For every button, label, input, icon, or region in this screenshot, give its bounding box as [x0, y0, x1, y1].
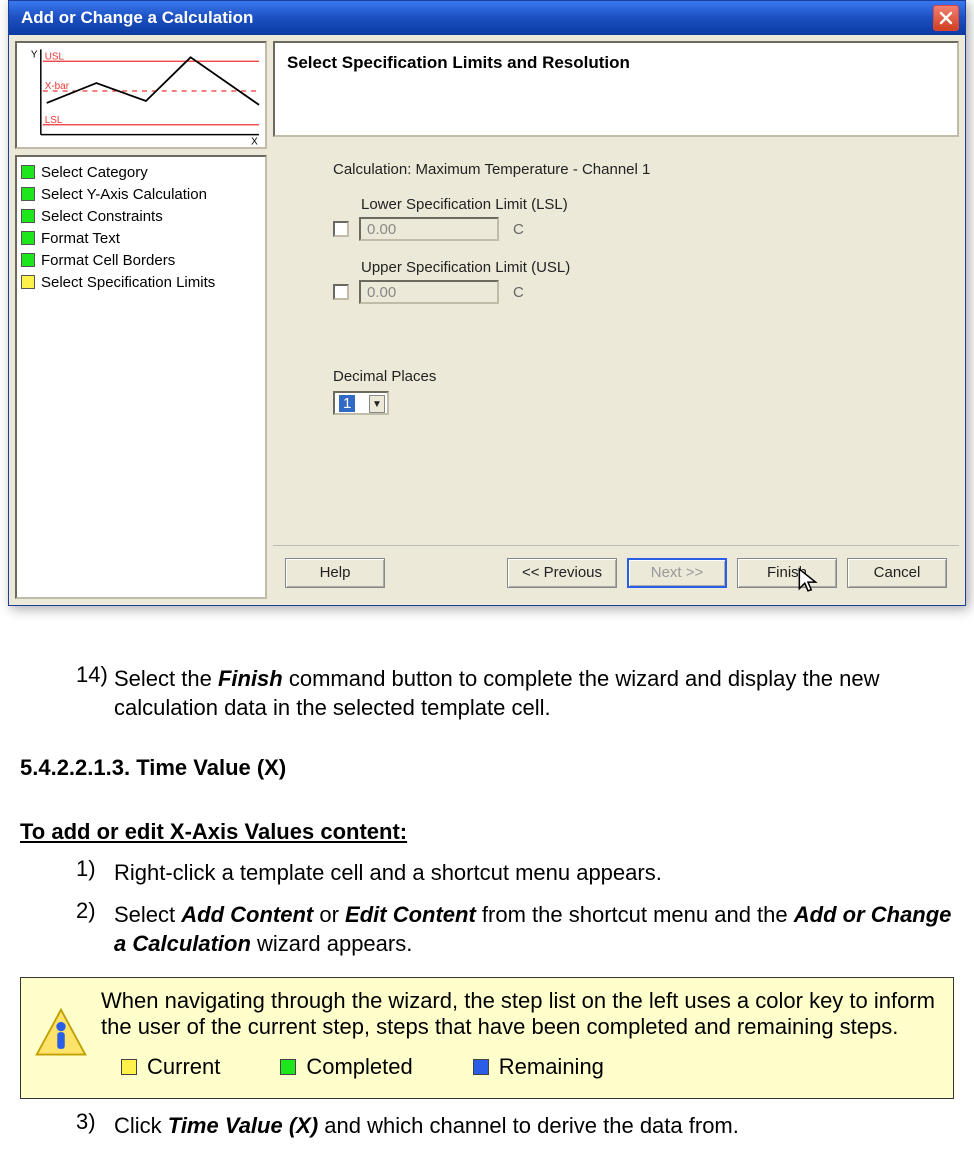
- finish-button[interactable]: Finish: [737, 558, 837, 588]
- step-select-constraints[interactable]: Select Constraints: [21, 205, 261, 227]
- subsection-heading: To add or edit X-Axis Values content:: [20, 817, 954, 847]
- lsl-label: Lower Specification Limit (LSL): [361, 196, 919, 213]
- legend-box-icon: [121, 1059, 137, 1075]
- step-select-category[interactable]: Select Category: [21, 161, 261, 183]
- usl-unit: C: [513, 284, 524, 301]
- step-label: Select Y-Axis Calculation: [41, 186, 207, 203]
- note-text: When navigating through the wizard, the …: [101, 988, 945, 1040]
- legend-box-icon: [280, 1059, 296, 1075]
- dialog-screenshot: Add or Change a Calculation Y X USL X-ba: [0, 0, 974, 626]
- decimal-places-select[interactable]: 1 ▼: [333, 391, 389, 415]
- step-status-icon: [21, 165, 35, 179]
- step-label: Select Specification Limits: [41, 274, 215, 291]
- step-label: Select Category: [41, 164, 148, 181]
- cancel-button[interactable]: Cancel: [847, 558, 947, 588]
- usl-input[interactable]: [359, 280, 499, 304]
- step-list: Select Category Select Y-Axis Calculatio…: [15, 155, 267, 599]
- calculation-label: Calculation: Maximum Temperature - Chann…: [333, 161, 919, 178]
- step-format-text[interactable]: Format Text: [21, 227, 261, 249]
- list-number: 3): [76, 1107, 114, 1137]
- step-select-y-axis[interactable]: Select Y-Axis Calculation: [21, 183, 261, 205]
- step-2: 2) Select Add Content or Edit Content fr…: [76, 896, 954, 959]
- usl-label: Upper Specification Limit (USL): [361, 259, 919, 276]
- list-number: 2): [76, 896, 114, 926]
- legend-completed: Completed: [280, 1054, 412, 1080]
- info-note: When navigating through the wizard, the …: [20, 977, 954, 1099]
- lsl-input[interactable]: [359, 217, 499, 241]
- step-status-icon: [21, 209, 35, 223]
- close-button[interactable]: [933, 5, 959, 31]
- step-status-icon: [21, 275, 35, 289]
- window-title: Add or Change a Calculation: [15, 8, 933, 28]
- section-heading: 5.4.2.2.1.3. Time Value (X): [20, 753, 954, 783]
- decimal-value: 1: [339, 395, 355, 412]
- next-button[interactable]: Next >>: [627, 558, 727, 588]
- document-body: 14) Select the Finish command button to …: [0, 626, 974, 969]
- color-legend: Current Completed Remaining: [121, 1054, 945, 1080]
- button-bar: Help << Previous Next >> Finish Cancel: [273, 545, 959, 599]
- step-format-cell-borders[interactable]: Format Cell Borders: [21, 249, 261, 271]
- chart-thumbnail: Y X USL X-bar LSL: [15, 41, 267, 149]
- wizard-dialog: Add or Change a Calculation Y X USL X-ba: [8, 0, 966, 606]
- legend-current: Current: [121, 1054, 220, 1080]
- list-number: 1): [76, 854, 114, 884]
- decimal-label: Decimal Places: [333, 368, 919, 385]
- legend-remaining: Remaining: [473, 1054, 604, 1080]
- step-label: Format Cell Borders: [41, 252, 175, 269]
- step-label: Select Constraints: [41, 208, 163, 225]
- usl-checkbox[interactable]: [333, 284, 349, 300]
- lsl-unit: C: [513, 221, 524, 238]
- svg-text:USL: USL: [45, 51, 65, 62]
- legend-box-icon: [473, 1059, 489, 1075]
- previous-button[interactable]: << Previous: [507, 558, 617, 588]
- list-number: 14): [76, 660, 114, 690]
- svg-text:LSL: LSL: [45, 115, 63, 126]
- svg-text:X: X: [251, 137, 258, 147]
- titlebar: Add or Change a Calculation: [9, 1, 965, 35]
- step-status-icon: [21, 231, 35, 245]
- panel-heading: Select Specification Limits and Resoluti…: [273, 41, 959, 137]
- svg-text:X-bar: X-bar: [45, 81, 70, 92]
- svg-text:Y: Y: [31, 49, 38, 60]
- chevron-down-icon: ▼: [369, 395, 385, 413]
- step-select-spec-limits[interactable]: Select Specification Limits: [21, 271, 261, 293]
- step-status-icon: [21, 187, 35, 201]
- step-14: 14) Select the Finish command button to …: [76, 660, 954, 723]
- close-icon: [939, 11, 953, 25]
- form-area: Calculation: Maximum Temperature - Chann…: [273, 137, 959, 545]
- step-3: 3) Click Time Value (X) and which channe…: [76, 1107, 954, 1140]
- step-1: 1) Right-click a template cell and a sho…: [76, 854, 954, 887]
- step-status-icon: [21, 253, 35, 267]
- help-button[interactable]: Help: [285, 558, 385, 588]
- lsl-checkbox[interactable]: [333, 221, 349, 237]
- step-label: Format Text: [41, 230, 120, 247]
- info-icon: [33, 1006, 89, 1062]
